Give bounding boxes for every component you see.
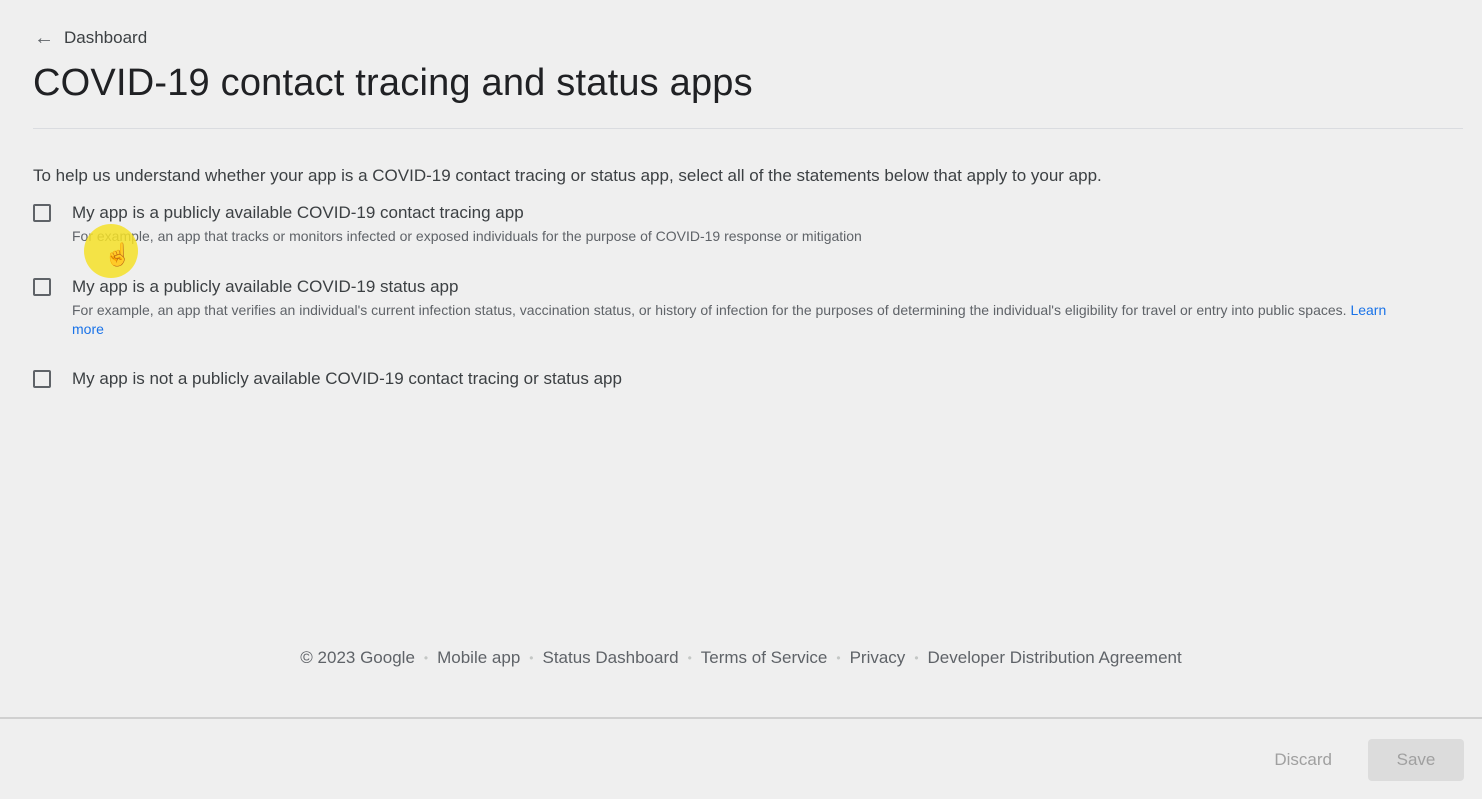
status-app-checkbox[interactable] — [33, 278, 51, 296]
footer-separator: • — [914, 651, 919, 665]
option-description: For example, an app that verifies an ind… — [72, 301, 1412, 339]
footer-link-terms[interactable]: Terms of Service — [701, 648, 828, 668]
page-title: COVID-19 contact tracing and status apps — [33, 62, 753, 104]
discard-button[interactable]: Discard — [1268, 749, 1338, 771]
back-to-dashboard-link[interactable]: ← Dashboard — [34, 28, 147, 48]
back-link-label: Dashboard — [64, 28, 148, 47]
intro-text: To help us understand whether your app i… — [33, 166, 1102, 185]
option-label: My app is not a publicly available COVID… — [72, 369, 622, 388]
option-label: My app is a publicly available COVID-19 … — [72, 203, 524, 222]
footer-link-privacy[interactable]: Privacy — [850, 648, 906, 668]
footer-copyright: © 2023 Google — [300, 648, 415, 667]
footer-link-dda[interactable]: Developer Distribution Agreement — [928, 648, 1182, 668]
save-button[interactable]: Save — [1368, 739, 1464, 781]
option-description-text: For example, an app that verifies an ind… — [72, 302, 1347, 318]
footer: © 2023 Google • Mobile app • Status Dash… — [0, 648, 1482, 668]
option-description: For example, an app that tracks or monit… — [72, 228, 862, 244]
contact-tracing-checkbox[interactable] — [33, 204, 51, 222]
page: ← Dashboard COVID-19 contact tracing and… — [0, 0, 1482, 799]
footer-separator: • — [687, 651, 692, 665]
action-bar: Discard Save — [0, 717, 1482, 799]
hand-pointer-icon: ☝ — [104, 242, 132, 267]
footer-link-status-dashboard[interactable]: Status Dashboard — [542, 648, 678, 668]
footer-separator: • — [529, 651, 534, 665]
footer-link-mobile-app[interactable]: Mobile app — [437, 648, 520, 668]
back-arrow-icon: ← — [34, 27, 54, 49]
option-status-app: My app is a publicly available COVID-19 … — [33, 277, 1433, 339]
title-divider — [33, 128, 1463, 129]
footer-separator: • — [836, 651, 841, 665]
option-label: My app is a publicly available COVID-19 … — [72, 277, 459, 296]
option-not-applicable: My app is not a publicly available COVID… — [33, 369, 1433, 389]
option-contact-tracing: My app is a publicly available COVID-19 … — [33, 203, 1433, 246]
not-applicable-checkbox[interactable] — [33, 370, 51, 388]
footer-separator: • — [423, 651, 429, 665]
